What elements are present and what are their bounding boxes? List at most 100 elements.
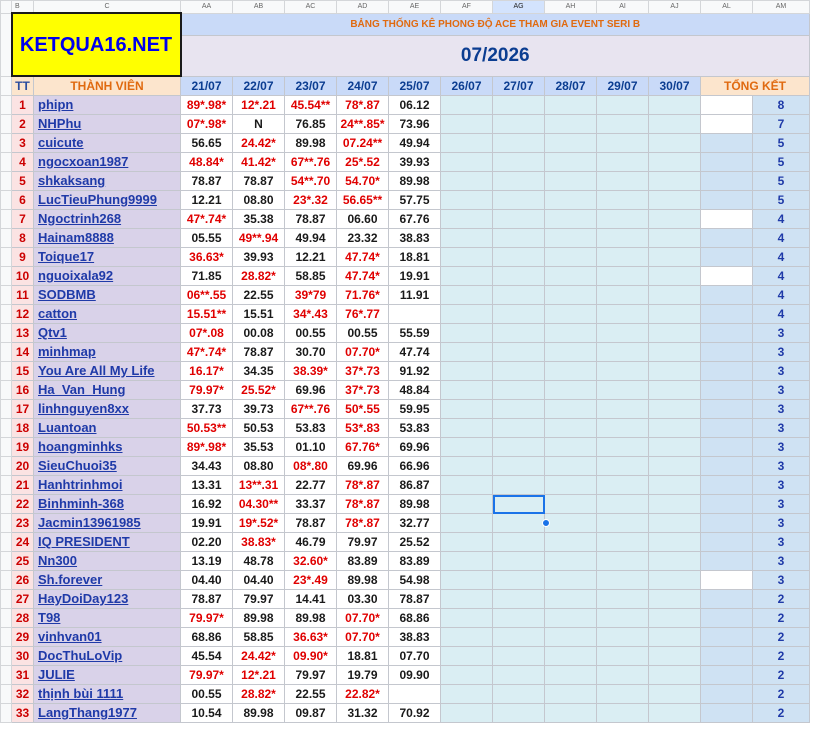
result-cell[interactable]: 54.70* (336, 171, 389, 191)
total-cell[interactable]: 3 (752, 361, 810, 381)
member-name-link[interactable]: JULIE (33, 665, 181, 685)
result-cell[interactable]: 78.87 (284, 513, 337, 533)
total-spacer-cell[interactable] (700, 551, 753, 571)
result-cell[interactable]: 48.84* (180, 152, 233, 172)
total-cell[interactable]: 4 (752, 247, 810, 267)
result-cell[interactable]: 36.63* (180, 247, 233, 267)
empty-cell[interactable] (440, 665, 493, 685)
empty-cell[interactable] (596, 171, 649, 191)
empty-cell[interactable] (492, 456, 545, 476)
result-cell[interactable]: 07.70* (336, 608, 389, 628)
empty-cell[interactable] (596, 266, 649, 286)
empty-cell[interactable] (440, 646, 493, 666)
empty-cell[interactable] (492, 418, 545, 438)
result-cell[interactable]: 78.87 (388, 589, 441, 609)
empty-cell[interactable] (440, 570, 493, 590)
result-cell[interactable]: 56.65** (336, 190, 389, 210)
empty-cell[interactable] (648, 304, 701, 324)
result-cell[interactable]: 00.55 (336, 323, 389, 343)
result-cell[interactable]: 38.39* (284, 361, 337, 381)
result-cell[interactable]: 37*.73 (336, 380, 389, 400)
result-cell[interactable]: 38.83 (388, 627, 441, 647)
empty-cell[interactable] (544, 570, 597, 590)
empty-cell[interactable] (648, 380, 701, 400)
total-spacer-cell[interactable] (700, 475, 753, 495)
member-name-link[interactable]: Binhminh-368 (33, 494, 181, 514)
empty-cell[interactable] (596, 494, 649, 514)
empty-cell[interactable] (596, 551, 649, 571)
empty-cell[interactable] (648, 95, 701, 115)
empty-cell[interactable] (492, 646, 545, 666)
row-gutter[interactable] (0, 361, 12, 381)
row-gutter[interactable] (0, 608, 12, 628)
result-cell[interactable]: 22.55 (284, 684, 337, 704)
member-name-link[interactable]: Ngoctrinh268 (33, 209, 181, 229)
total-cell[interactable]: 2 (752, 684, 810, 704)
result-cell[interactable]: 23*.49 (284, 570, 337, 590)
empty-cell[interactable] (544, 228, 597, 248)
empty-cell[interactable] (492, 684, 545, 704)
result-cell[interactable]: 06.60 (336, 209, 389, 229)
result-cell[interactable]: 79.97 (336, 532, 389, 552)
total-spacer-cell[interactable] (700, 437, 753, 457)
empty-cell[interactable] (544, 133, 597, 153)
empty-cell[interactable] (440, 513, 493, 533)
empty-cell[interactable] (440, 190, 493, 210)
empty-cell[interactable] (492, 266, 545, 286)
result-cell[interactable]: 08*.80 (284, 456, 337, 476)
empty-cell[interactable] (440, 418, 493, 438)
total-cell[interactable]: 3 (752, 399, 810, 419)
empty-cell[interactable] (492, 513, 545, 533)
empty-cell[interactable] (492, 133, 545, 153)
result-cell[interactable]: 79.97* (180, 380, 233, 400)
result-cell[interactable]: 32.60* (284, 551, 337, 571)
total-cell[interactable]: 8 (752, 95, 810, 115)
result-cell[interactable]: 78.87 (180, 589, 233, 609)
empty-cell[interactable] (596, 703, 649, 723)
empty-cell[interactable] (544, 399, 597, 419)
empty-cell[interactable] (492, 114, 545, 134)
empty-cell[interactable] (596, 532, 649, 552)
row-gutter[interactable] (0, 665, 12, 685)
empty-cell[interactable] (596, 665, 649, 685)
empty-cell[interactable] (440, 209, 493, 229)
result-cell[interactable]: 19*.52* (232, 513, 285, 533)
result-cell[interactable]: 19.79 (336, 665, 389, 685)
total-cell[interactable]: 4 (752, 285, 810, 305)
result-cell[interactable]: 48.78 (232, 551, 285, 571)
select-all-corner[interactable] (0, 0, 12, 14)
total-spacer-cell[interactable] (700, 209, 753, 229)
total-cell[interactable]: 5 (752, 190, 810, 210)
total-spacer-cell[interactable] (700, 399, 753, 419)
result-cell[interactable]: 04.30** (232, 494, 285, 514)
empty-cell[interactable] (596, 399, 649, 419)
result-cell[interactable]: 05.55 (180, 228, 233, 248)
result-cell[interactable]: 34.43 (180, 456, 233, 476)
empty-cell[interactable] (648, 342, 701, 362)
empty-cell[interactable] (596, 646, 649, 666)
result-cell[interactable]: 66.96 (388, 456, 441, 476)
total-cell[interactable]: 2 (752, 665, 810, 685)
empty-cell[interactable] (596, 475, 649, 495)
column-header-AM[interactable]: AM (752, 0, 810, 14)
empty-cell[interactable] (440, 551, 493, 571)
total-cell[interactable]: 3 (752, 570, 810, 590)
total-spacer-cell[interactable] (700, 570, 753, 590)
row-gutter[interactable] (0, 228, 12, 248)
row-gutter[interactable] (0, 437, 12, 457)
row-gutter[interactable] (0, 266, 12, 286)
empty-cell[interactable] (544, 304, 597, 324)
result-cell[interactable]: 07.24** (336, 133, 389, 153)
empty-cell[interactable] (492, 247, 545, 267)
result-cell[interactable]: 18.81 (388, 247, 441, 267)
empty-cell[interactable] (544, 285, 597, 305)
result-cell[interactable]: 28.82* (232, 684, 285, 704)
column-header-AF[interactable]: AF (440, 0, 493, 14)
empty-cell[interactable] (492, 285, 545, 305)
empty-cell[interactable] (440, 589, 493, 609)
result-cell[interactable]: 08.80 (232, 456, 285, 476)
member-name-link[interactable]: thịnh bùi 1111 (33, 684, 181, 704)
result-cell[interactable]: 49**.94 (232, 228, 285, 248)
result-cell[interactable]: 07.70 (388, 646, 441, 666)
total-cell[interactable]: 3 (752, 551, 810, 571)
